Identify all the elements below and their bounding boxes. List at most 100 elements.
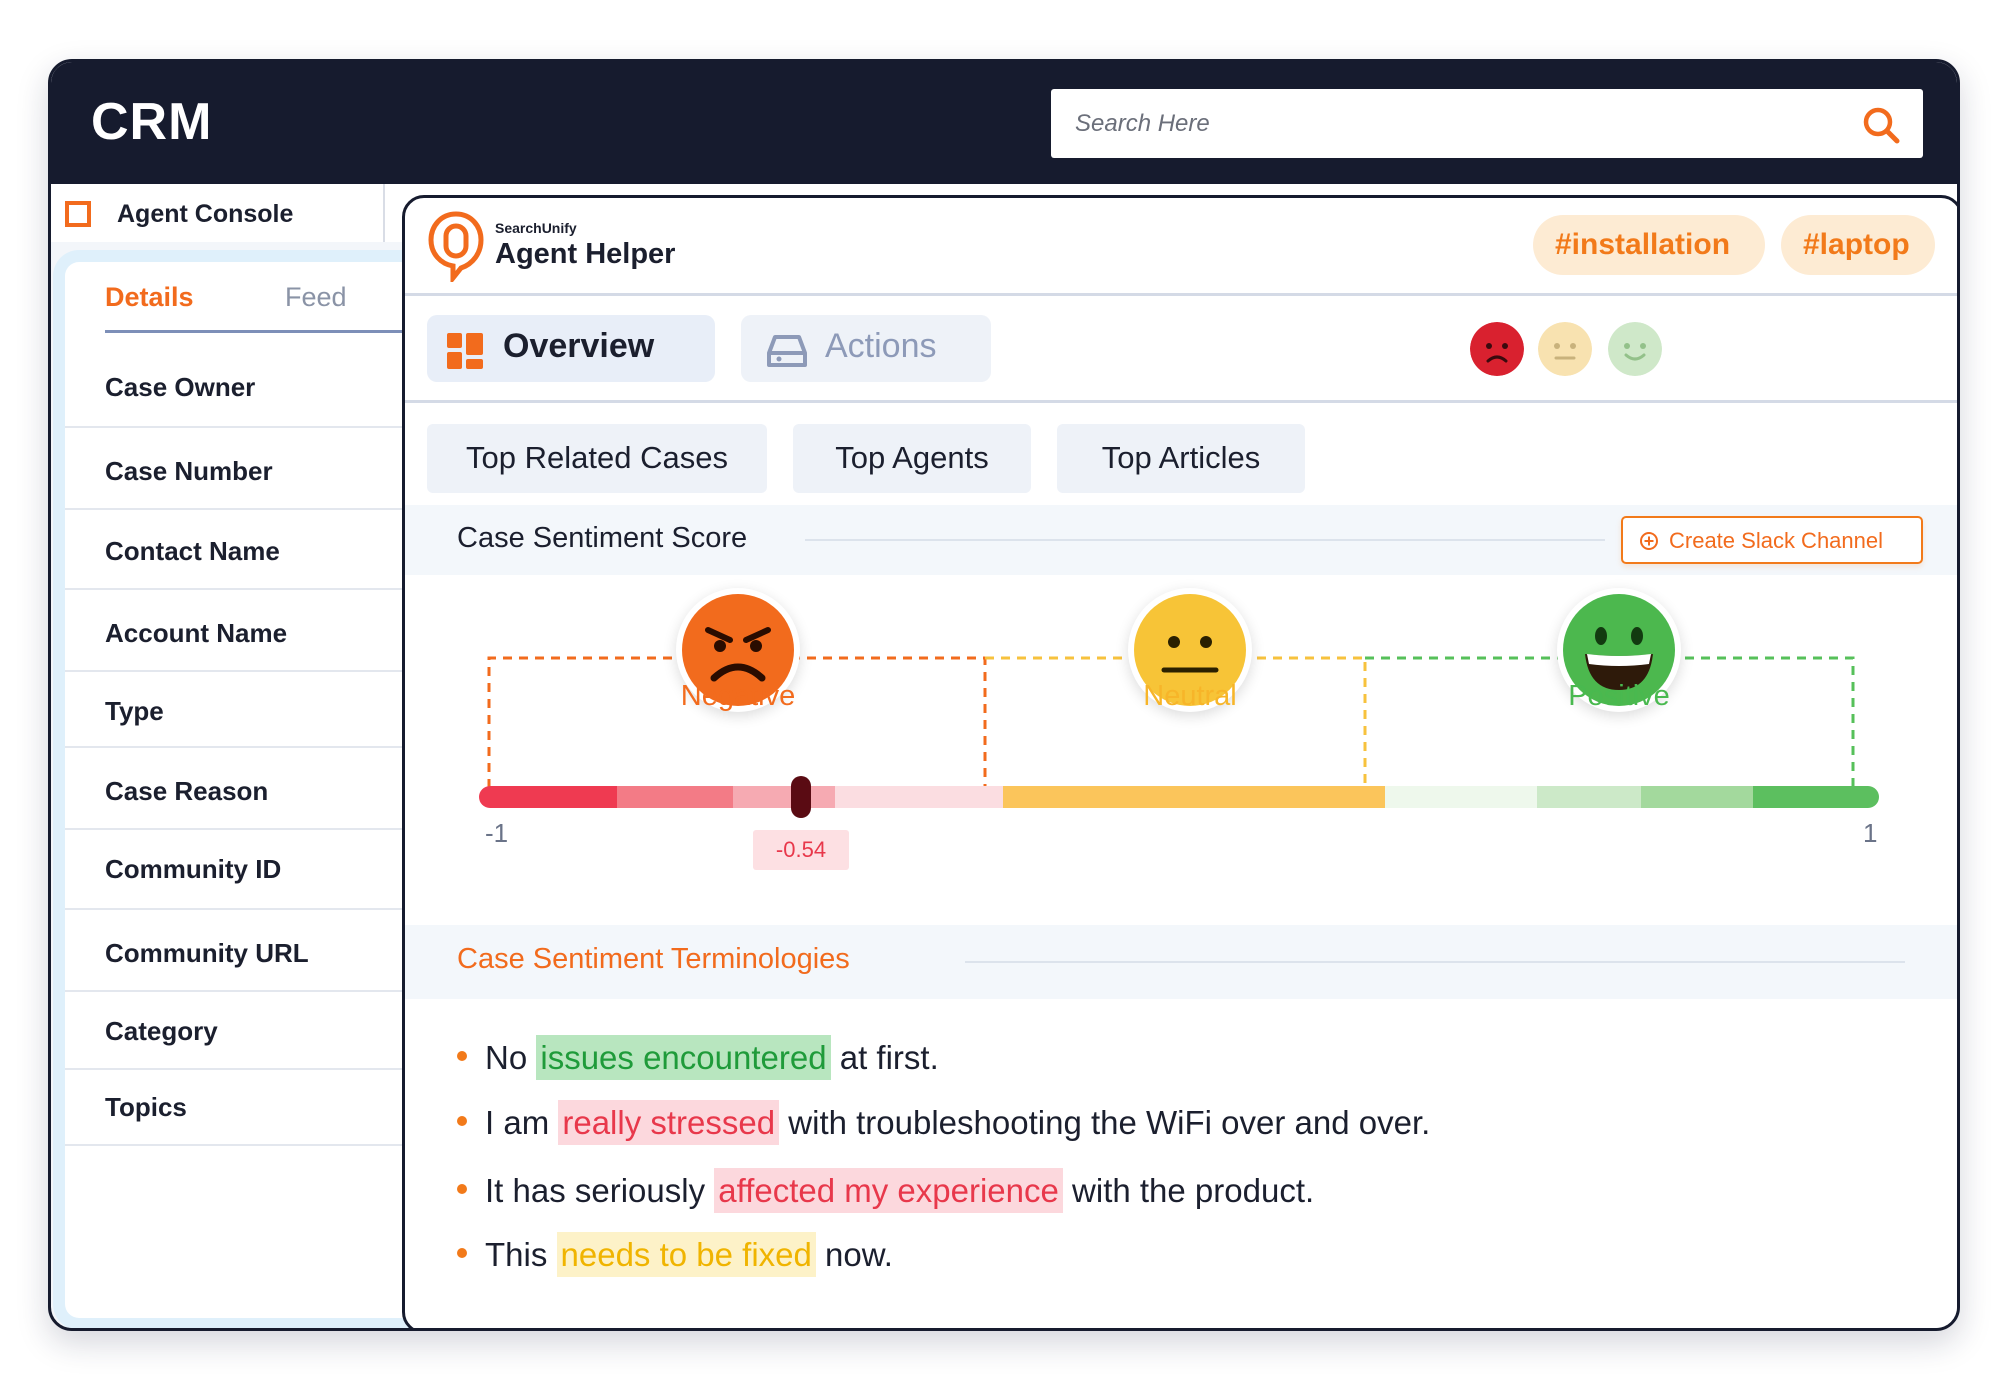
- searchunify-logo-icon: [428, 211, 484, 282]
- bar-neutral: [1003, 786, 1385, 808]
- scale-max-label: 1: [1863, 818, 1878, 848]
- bar-strong-negative: [479, 786, 617, 808]
- tab-top-related-cases-label: Top Related Cases: [466, 440, 728, 475]
- bar-negative: [617, 786, 733, 808]
- neutral-face-icon[interactable]: [1538, 322, 1592, 376]
- section-divider: [965, 961, 1905, 963]
- field-label: Case Reason: [105, 776, 269, 806]
- field-row[interactable]: Case Reason: [65, 748, 445, 830]
- grid-icon: [447, 333, 483, 369]
- bar-mild-negative: [733, 786, 835, 808]
- scale-min-label: -1: [485, 818, 509, 848]
- angry-face-icon[interactable]: [1470, 322, 1524, 376]
- score-marker[interactable]: [791, 776, 811, 818]
- bar-strong-positive: [1753, 786, 1879, 808]
- plus-circle-icon: [1640, 532, 1658, 550]
- bar-slight-positive: [1385, 786, 1537, 808]
- terminology-item: It has seriously affected my experience …: [457, 1168, 1315, 1213]
- field-row[interactable]: Topics: [65, 1070, 445, 1146]
- terminology-header: Case Sentiment Terminologies: [405, 925, 1957, 999]
- tab-top-articles[interactable]: Top Articles: [1057, 424, 1305, 493]
- happy-face-icon[interactable]: [1608, 322, 1662, 376]
- field-row[interactable]: Community URL: [65, 910, 445, 992]
- field-label: Case Owner: [105, 372, 256, 402]
- tabs-underline: [105, 330, 435, 333]
- brand-subtitle: SearchUnify: [495, 220, 577, 236]
- crm-header: CRM: [51, 62, 1957, 184]
- bar-slight-negative: [835, 786, 1003, 808]
- tag-installation[interactable]: #installation: [1533, 215, 1765, 275]
- field-label: Topics: [105, 1092, 187, 1122]
- field-row[interactable]: Community ID: [65, 830, 445, 910]
- term-highlight: needs to be fixed: [556, 1232, 816, 1277]
- field-row[interactable]: Type: [65, 672, 445, 748]
- bullet-dot: [457, 1116, 467, 1127]
- field-label: Community URL: [105, 938, 309, 968]
- score-badge: -0.54: [753, 830, 849, 870]
- field-row[interactable]: Case Number: [65, 428, 445, 510]
- search-icon[interactable]: [1861, 105, 1901, 145]
- term-pre: It has seriously: [485, 1172, 715, 1209]
- tab-details[interactable]: Details: [105, 282, 194, 313]
- term-post: with the product.: [1062, 1172, 1315, 1209]
- overview-label: Overview: [503, 327, 655, 365]
- field-row[interactable]: Contact Name: [65, 510, 445, 590]
- case-details-panel: Details Feed Case Owner Case Number Cont…: [65, 262, 445, 1318]
- field-row[interactable]: Category: [65, 992, 445, 1070]
- terminology-item: No issues encountered at first.: [457, 1035, 939, 1080]
- neutral-label: Neutral: [1143, 680, 1237, 712]
- term-highlight: affected my experience: [714, 1168, 1063, 1213]
- bullet-dot: [457, 1248, 467, 1259]
- term-pre: I am: [485, 1104, 559, 1141]
- search-box[interactable]: [1051, 89, 1923, 158]
- helper-header: SearchUnify Agent Helper #installation #…: [405, 198, 1957, 296]
- agent-helper-panel: SearchUnify Agent Helper #installation #…: [402, 195, 1957, 1328]
- agent-console-tab[interactable]: Agent Console: [51, 184, 385, 242]
- bar-positive: [1641, 786, 1753, 808]
- tag-laptop[interactable]: #laptop: [1781, 215, 1935, 275]
- crm-window: CRM Agent Console Details Feed Case Owne…: [48, 59, 1960, 1331]
- agent-console-label: Agent Console: [117, 200, 294, 228]
- bullet-dot: [457, 1184, 467, 1195]
- term-post: now.: [815, 1236, 893, 1273]
- overview-button[interactable]: Overview: [427, 315, 715, 382]
- section-divider: [805, 539, 1605, 541]
- field-label: Contact Name: [105, 536, 280, 566]
- term-highlight: issues encountered: [536, 1035, 831, 1080]
- field-label: Community ID: [105, 854, 282, 884]
- actions-label: Actions: [825, 327, 937, 365]
- app-title: CRM: [91, 93, 213, 151]
- search-input[interactable]: [1073, 103, 1837, 145]
- terminology-item: This needs to be fixed now.: [457, 1232, 893, 1277]
- term-post: at first.: [830, 1039, 939, 1076]
- create-slack-channel-label: Create Slack Channel: [1669, 528, 1884, 553]
- brand-title: Agent Helper: [495, 238, 676, 270]
- negative-label: Negative: [680, 680, 796, 712]
- create-slack-channel-button[interactable]: Create Slack Channel: [1621, 516, 1923, 564]
- term-highlight: really stressed: [558, 1100, 780, 1145]
- tab-top-related-cases[interactable]: Top Related Cases: [427, 424, 767, 493]
- bar-mild-positive: [1537, 786, 1641, 808]
- field-label: Category: [105, 1016, 218, 1046]
- bullet-dot: [457, 1051, 467, 1062]
- term-pre: This: [485, 1236, 557, 1273]
- positive-label: Positive: [1568, 680, 1670, 712]
- actions-button[interactable]: Actions: [741, 315, 991, 382]
- term-pre: No: [485, 1039, 537, 1076]
- tab-top-articles-label: Top Articles: [1101, 440, 1261, 475]
- inbox-icon: [767, 335, 807, 367]
- terminology-item: I am really stressed with troubleshootin…: [457, 1100, 1431, 1145]
- term-post: with troubleshooting the WiFi over and o…: [779, 1104, 1431, 1141]
- tab-top-agents-label: Top Agents: [835, 440, 989, 475]
- console-square-icon: [65, 201, 91, 227]
- tab-feed[interactable]: Feed: [285, 282, 347, 313]
- nav-divider: [405, 400, 1957, 403]
- tab-top-agents[interactable]: Top Agents: [793, 424, 1031, 493]
- sentiment-score-title: Case Sentiment Score: [457, 522, 748, 554]
- field-label: Account Name: [105, 618, 288, 648]
- field-label: Type: [105, 696, 164, 726]
- field-row[interactable]: Case Owner: [65, 344, 445, 428]
- terminology-title: Case Sentiment Terminologies: [457, 943, 850, 975]
- field-row[interactable]: Account Name: [65, 590, 445, 672]
- field-label: Case Number: [105, 456, 273, 486]
